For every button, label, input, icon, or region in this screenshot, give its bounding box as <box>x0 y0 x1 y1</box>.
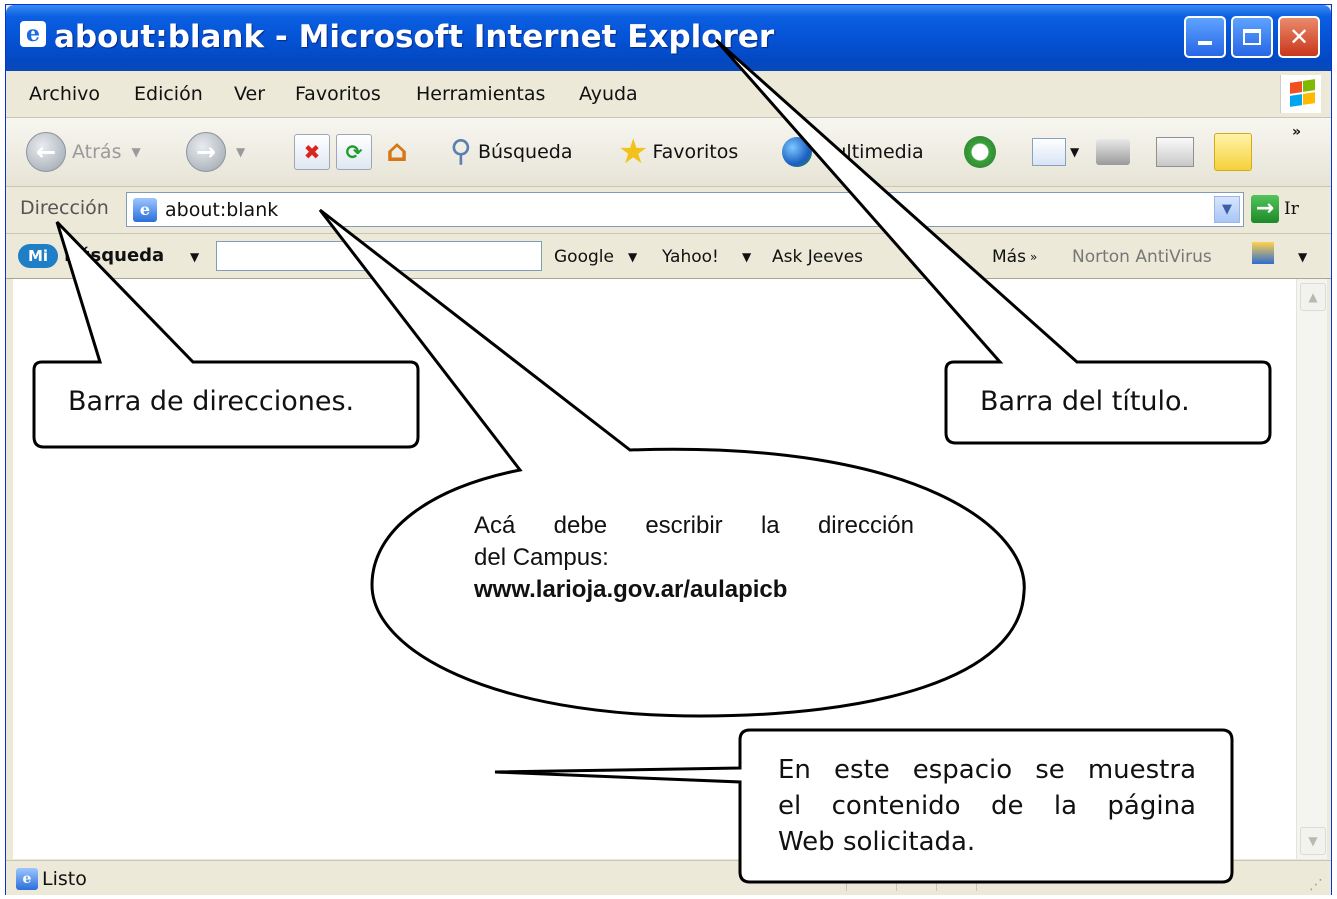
menu-ayuda[interactable]: Ayuda <box>579 81 638 107</box>
menu-archivo[interactable]: Archivo <box>29 81 100 107</box>
menu-favoritos[interactable]: Favoritos <box>295 81 381 107</box>
chevron-down-icon[interactable]: ▼ <box>628 245 637 269</box>
more-chevron-icon[interactable]: » <box>1030 245 1037 269</box>
chevron-down-icon[interactable]: ▼ <box>190 245 199 269</box>
google-button[interactable]: Google <box>554 245 614 269</box>
status-divider <box>896 865 897 891</box>
chevron-down-icon: ▼ <box>131 145 141 159</box>
status-divider <box>976 865 977 891</box>
favorites-label: Favoritos <box>652 141 739 163</box>
askjeeves-button[interactable]: Ask Jeeves <box>772 245 863 269</box>
globe-icon <box>782 137 812 167</box>
more-button[interactable]: Más <box>992 245 1026 269</box>
toolbar-overflow-chevron-icon[interactable]: » <box>1292 124 1301 140</box>
address-bar: Dirección e about:blank ▼ → Ir <box>6 187 1331 234</box>
chevron-down-icon: ▼ <box>1070 145 1080 159</box>
search-button[interactable]: ⚲ Búsqueda <box>450 132 572 172</box>
note-icon <box>1214 133 1252 171</box>
title-bar[interactable]: e about:blank - Microsoft Internet Explo… <box>6 5 1331 71</box>
callout-address-bar-text: Barra de direcciones. <box>68 386 355 417</box>
vertical-scrollbar[interactable]: ▲ ▼ <box>1296 279 1327 859</box>
address-dropdown-button[interactable]: ▼ <box>1214 196 1240 223</box>
chevron-down-icon[interactable]: ▼ <box>742 245 751 269</box>
back-label: Atrás <box>72 141 122 163</box>
ie-page-icon: e <box>133 198 157 222</box>
close-button[interactable]: ✕ <box>1278 16 1320 58</box>
back-button[interactable]: ← Atrás ▼ <box>26 132 141 172</box>
refresh-button[interactable]: ⟳ <box>336 132 372 172</box>
edit-icon <box>1156 137 1194 167</box>
forward-arrow-icon: → <box>186 132 226 172</box>
address-value[interactable]: about:blank <box>165 197 278 223</box>
home-button[interactable]: ⌂ <box>380 132 414 172</box>
scroll-up-icon[interactable]: ▲ <box>1300 283 1326 311</box>
maximize-button[interactable] <box>1231 16 1273 58</box>
status-bar: e Listo ⋰ <box>6 860 1331 895</box>
history-clock-icon <box>964 136 996 168</box>
resize-grip-icon[interactable]: ⋰ <box>1309 877 1323 893</box>
forward-button[interactable]: → ▼ <box>186 132 245 172</box>
print-button[interactable] <box>1096 132 1130 172</box>
norton-antivirus-button[interactable]: Norton AntiVirus <box>1072 245 1212 269</box>
menu-ver[interactable]: Ver <box>234 81 265 107</box>
address-input[interactable]: e about:blank ▼ <box>126 192 1244 227</box>
media-button[interactable]: Multimedia <box>782 132 924 172</box>
stop-button[interactable]: ✖ <box>294 132 330 172</box>
messenger-button[interactable] <box>1214 132 1252 172</box>
mi-logo-icon[interactable]: Mi <box>18 244 58 268</box>
campus-url: www.larioja.gov.ar/aulapicb <box>474 576 788 603</box>
status-divider <box>936 865 937 891</box>
refresh-icon: ⟳ <box>336 134 372 170</box>
mail-icon <box>1032 138 1066 166</box>
status-text: Listo <box>42 868 87 890</box>
printer-icon <box>1096 139 1130 165</box>
search-input[interactable] <box>216 241 542 271</box>
callout-content-area-text: En este espacio se muestra el contenido … <box>778 752 1196 860</box>
edit-button[interactable] <box>1156 132 1194 172</box>
status-divider <box>846 865 847 891</box>
yahoo-button[interactable]: Yahoo! <box>662 245 719 269</box>
menu-edicion[interactable]: Edición <box>134 81 203 107</box>
window-title: about:blank - Microsoft Internet Explore… <box>54 19 775 55</box>
ie-page-icon: e <box>20 21 46 47</box>
ie-page-icon: e <box>16 868 38 890</box>
address-label: Dirección <box>20 197 109 219</box>
home-icon: ⌂ <box>386 134 408 169</box>
go-button[interactable]: Ir <box>1284 197 1299 221</box>
callout-title-bar-text: Barra del título. <box>980 386 1190 417</box>
minimize-button[interactable] <box>1184 16 1226 58</box>
media-label: Multimedia <box>818 141 924 163</box>
scroll-down-icon[interactable]: ▼ <box>1300 827 1326 855</box>
mail-button[interactable]: ▼ <box>1032 132 1079 172</box>
content-line-3: Web solicitada. <box>778 827 976 857</box>
chevron-down-icon[interactable]: ▼ <box>1298 245 1307 269</box>
menu-herramientas[interactable]: Herramientas <box>416 81 545 107</box>
favorites-button[interactable]: ★ Favoritos <box>618 132 738 172</box>
callout-address-instruction-text: Acá debe escribir la dirección del Campu… <box>474 510 914 606</box>
norton-icon[interactable] <box>1252 242 1274 264</box>
standard-toolbar: ← Atrás ▼ → ▼ ✖ ⟳ ⌂ ⚲ Búsqueda ★ Favorit… <box>6 118 1331 187</box>
content-line-1: En este espacio se muestra <box>778 755 1196 785</box>
back-arrow-icon: ← <box>26 132 66 172</box>
chevron-down-icon: ▼ <box>236 145 246 159</box>
search-dropdown-label[interactable]: Búsqueda <box>64 243 164 269</box>
search-label: Búsqueda <box>477 141 573 163</box>
windows-logo-icon <box>1280 75 1321 113</box>
instruction-line-1: Acá debe escribir la dirección <box>474 512 914 539</box>
search-toolbar: Mi Búsqueda ▼ Google ▼ Yahoo! ▼ Ask Jeev… <box>6 234 1331 279</box>
go-arrow-icon[interactable]: → <box>1251 195 1279 223</box>
menu-bar: Archivo Edición Ver Favoritos Herramient… <box>6 71 1331 118</box>
stop-icon: ✖ <box>294 134 330 170</box>
star-icon: ★ <box>618 132 649 172</box>
instruction-line-2: del Campus: <box>474 544 609 571</box>
search-icon: ⚲ <box>450 134 472 169</box>
history-button[interactable] <box>964 132 996 172</box>
content-line-2: el contenido de la página <box>778 791 1196 821</box>
